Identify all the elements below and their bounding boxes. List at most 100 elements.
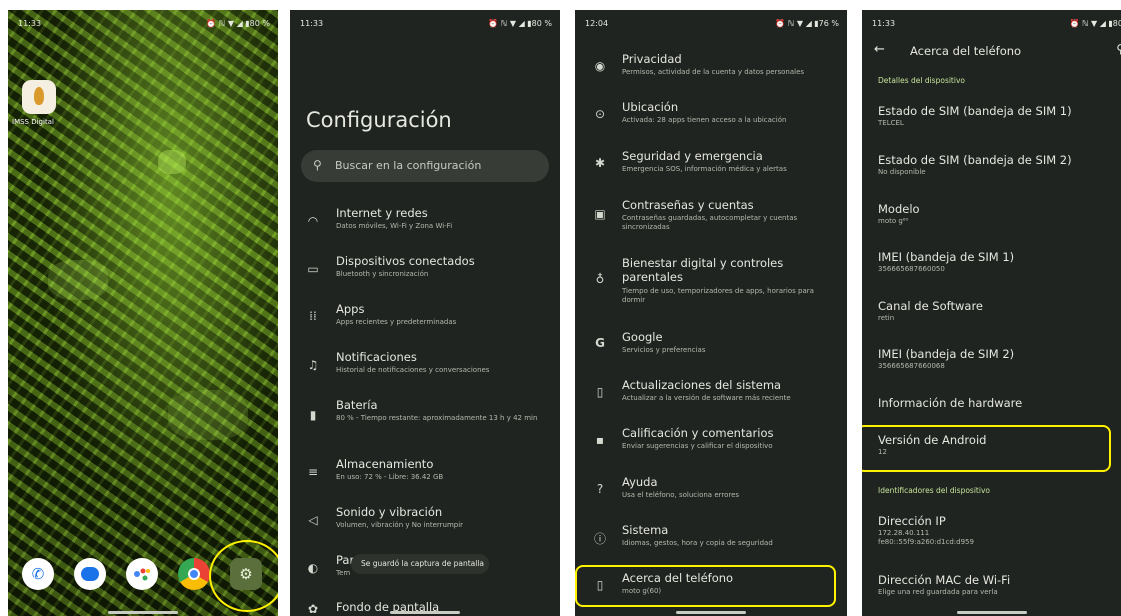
system-icon: ⓘ xyxy=(593,532,606,546)
about-item-model[interactable]: Modelo moto g⁶⁰ xyxy=(878,202,1115,226)
settings-item-location[interactable]: ⊙ Ubicación Activada: 28 apps tienen acc… xyxy=(575,100,847,134)
bell-icon: ♫ xyxy=(307,358,319,372)
item-title: Sistema xyxy=(622,523,669,537)
item-subtitle: Tiempo de uso, temporizadores de apps, h… xyxy=(622,287,814,304)
ip-line-2: fe80::55f9:a260:d1cd:d959 xyxy=(878,538,974,546)
status-icons: ⏰ ℕ ▼ ◢ ▮80 xyxy=(1069,19,1121,28)
item-title: Dirección MAC de Wi-Fi xyxy=(878,573,1011,587)
item-subtitle: Contraseñas guardadas, autocompletar y c… xyxy=(622,214,798,231)
item-title: Almacenamiento xyxy=(336,457,434,471)
status-time: 11:33 xyxy=(300,19,324,28)
settings-item-help[interactable]: ? Ayuda Usa el teléfono, soluciona error… xyxy=(575,475,847,509)
settings-screen: 11:33 ⏰ ℕ ▼ ◢ ▮80 % Configuración ⚲ Busc… xyxy=(290,10,560,616)
item-title: Ubicación xyxy=(622,100,679,114)
settings-item-updates[interactable]: ▯ Actualizaciones del sistema Actualizar… xyxy=(575,378,847,412)
item-subtitle: Apps recientes y predeterminadas xyxy=(336,318,457,326)
about-item-hardware[interactable]: Información de hardware xyxy=(878,396,1115,411)
item-subtitle: Volumen, vibración y No interrumpir xyxy=(336,521,464,529)
search-placeholder: Buscar en la configuración xyxy=(335,159,482,172)
about-item-imei2[interactable]: IMEI (bandeja de SIM 2) 356665687660068 xyxy=(878,347,1115,371)
settings-item-battery[interactable]: ▮ Batería 80 % - Tiempo restante: aproxi… xyxy=(290,398,560,442)
phone-app-icon[interactable]: ✆ xyxy=(22,558,54,590)
search-bar[interactable]: ⚲ Buscar en la configuración xyxy=(301,150,549,182)
item-subtitle: En uso: 72 % - Libre: 36.42 GB xyxy=(336,473,444,481)
nav-pill[interactable] xyxy=(676,611,746,614)
settings-item-sound[interactable]: ◁ Sonido y vibración Volumen, vibración … xyxy=(290,505,560,541)
assistant-app-icon[interactable] xyxy=(126,558,158,590)
settings-item-wellbeing[interactable]: ♁ Bienestar digital y controles parental… xyxy=(575,256,847,318)
section-header-device: Detalles del dispositivo xyxy=(878,76,965,85)
settings-highlight-circle xyxy=(209,540,278,612)
settings-item-internet[interactable]: ◠ Internet y redes Datos móviles, Wi-Fi … xyxy=(290,206,560,242)
password-icon: ▣ xyxy=(594,207,606,221)
about-item-software-channel[interactable]: Canal de Software retin xyxy=(878,299,1115,323)
nav-pill[interactable] xyxy=(390,611,460,614)
settings-item-system[interactable]: ⓘ Sistema Idiomas, gestos, hora y copia … xyxy=(575,523,847,557)
settings-item-passwords[interactable]: ▣ Contraseñas y cuentas Contraseñas guar… xyxy=(575,198,847,242)
search-icon[interactable]: ⚲ xyxy=(1116,42,1121,56)
about-item-imei1[interactable]: IMEI (bandeja de SIM 1) 356665687660050 xyxy=(878,250,1115,274)
settings-item-storage[interactable]: ≡ Almacenamiento En uso: 72 % - Libre: 3… xyxy=(290,457,560,493)
item-title: Sonido y vibración xyxy=(336,505,443,519)
item-subtitle: Usa el teléfono, soluciona errores xyxy=(622,491,740,499)
item-subtitle: moto g⁶⁰ xyxy=(878,217,909,225)
nav-pill[interactable] xyxy=(108,611,178,614)
item-subtitle: No disponible xyxy=(878,168,926,176)
back-icon[interactable]: ← xyxy=(874,42,885,57)
item-title: Dirección IP xyxy=(878,514,946,528)
item-title: Canal de Software xyxy=(878,299,983,313)
item-subtitle: retin xyxy=(878,314,895,322)
ip-line-1: 172.28.40.111 xyxy=(878,529,930,537)
google-icon: G xyxy=(595,336,605,350)
status-bar: 12:04 ⏰ ℕ ▼ ◢ ▮76 % xyxy=(575,10,847,34)
about-item-sim2[interactable]: Estado de SIM (bandeja de SIM 2) No disp… xyxy=(878,153,1115,177)
item-subtitle: Idiomas, gestos, hora y copia de segurid… xyxy=(622,539,773,547)
chrome-app-icon[interactable] xyxy=(178,558,210,590)
item-title: Información de hardware xyxy=(878,396,1023,410)
status-time: 11:33 xyxy=(872,19,896,28)
about-item-mac[interactable]: Dirección MAC de Wi-Fi Elige una red gua… xyxy=(878,573,1115,597)
status-bar: 11:33 ⏰ ℕ ▼ ◢ ▮80 xyxy=(862,10,1121,34)
item-subtitle: TELCEL xyxy=(878,119,904,127)
settings-item-feedback[interactable]: ▪ Calificación y comentarios Enviar suge… xyxy=(575,426,847,460)
item-title: Dispositivos conectados xyxy=(336,254,475,268)
item-subtitle: Historial de notificaciones y conversaci… xyxy=(336,366,490,374)
wifi-icon: ◠ xyxy=(307,214,319,228)
item-subtitle: Enviar sugerencias y calificar el dispos… xyxy=(622,442,773,450)
help-icon: ? xyxy=(596,482,604,496)
item-title: Batería xyxy=(336,398,378,412)
privacy-icon: ◉ xyxy=(594,59,606,73)
sound-icon: ◁ xyxy=(308,513,318,527)
item-subtitle: Datos móviles, Wi-Fi y Zona Wi-Fi xyxy=(336,222,453,230)
status-bar: 11:33 ⏰ ℕ ▼ ◢ ▮80 % xyxy=(290,10,560,34)
feedback-icon: ▪ xyxy=(595,433,605,447)
settings-item-apps[interactable]: ⁞⁞ Apps Apps recientes y predeterminadas xyxy=(290,302,560,338)
item-title: Seguridad y emergencia xyxy=(622,149,763,163)
item-subtitle: 356665687660050 xyxy=(878,265,945,273)
page-title: Configuración xyxy=(306,108,452,132)
settings-item-security[interactable]: ✱ Seguridad y emergencia Emergencia SOS,… xyxy=(575,149,847,183)
item-subtitle: Bluetooth y sincronización xyxy=(336,270,429,278)
item-subtitle: 80 % - Tiempo restante: aproximadamente … xyxy=(336,414,538,422)
imss-app-icon[interactable] xyxy=(22,80,56,114)
item-subtitle: 356665687660068 xyxy=(878,362,945,370)
status-icons: ⏰ ℕ ▼ ◢ ▮76 % xyxy=(775,19,839,28)
settings-item-devices[interactable]: ▭ Dispositivos conectados Bluetooth y si… xyxy=(290,254,560,290)
messages-app-icon[interactable] xyxy=(74,558,106,590)
settings-item-google[interactable]: G Google Servicios y preferencias xyxy=(575,330,847,364)
about-item-sim1[interactable]: Estado de SIM (bandeja de SIM 1) TELCEL xyxy=(878,104,1115,128)
security-icon: ✱ xyxy=(594,156,606,170)
item-subtitle: Permisos, actividad de la cuenta y datos… xyxy=(622,68,805,76)
status-time: 11:33 xyxy=(18,19,42,28)
status-bar: 11:33 ⏰ ℕ ▼ ◢ ▮80 % xyxy=(8,10,278,34)
status-time: 12:04 xyxy=(585,19,609,28)
item-title: Estado de SIM (bandeja de SIM 1) xyxy=(878,104,1072,118)
storage-icon: ≡ xyxy=(307,465,319,479)
nav-pill[interactable] xyxy=(956,611,1027,614)
about-item-ip[interactable]: Dirección IP 172.28.40.111 fe80::55f9:a2… xyxy=(878,514,1115,547)
status-icons: ⏰ ℕ ▼ ◢ ▮80 % xyxy=(488,19,552,28)
settings-item-notifications[interactable]: ♫ Notificaciones Historial de notificaci… xyxy=(290,350,560,386)
settings-item-privacy[interactable]: ◉ Privacidad Permisos, actividad de la c… xyxy=(575,52,847,86)
item-subtitle: Emergencia SOS, información médica y ale… xyxy=(622,165,787,173)
about-phone-highlight xyxy=(575,565,836,607)
